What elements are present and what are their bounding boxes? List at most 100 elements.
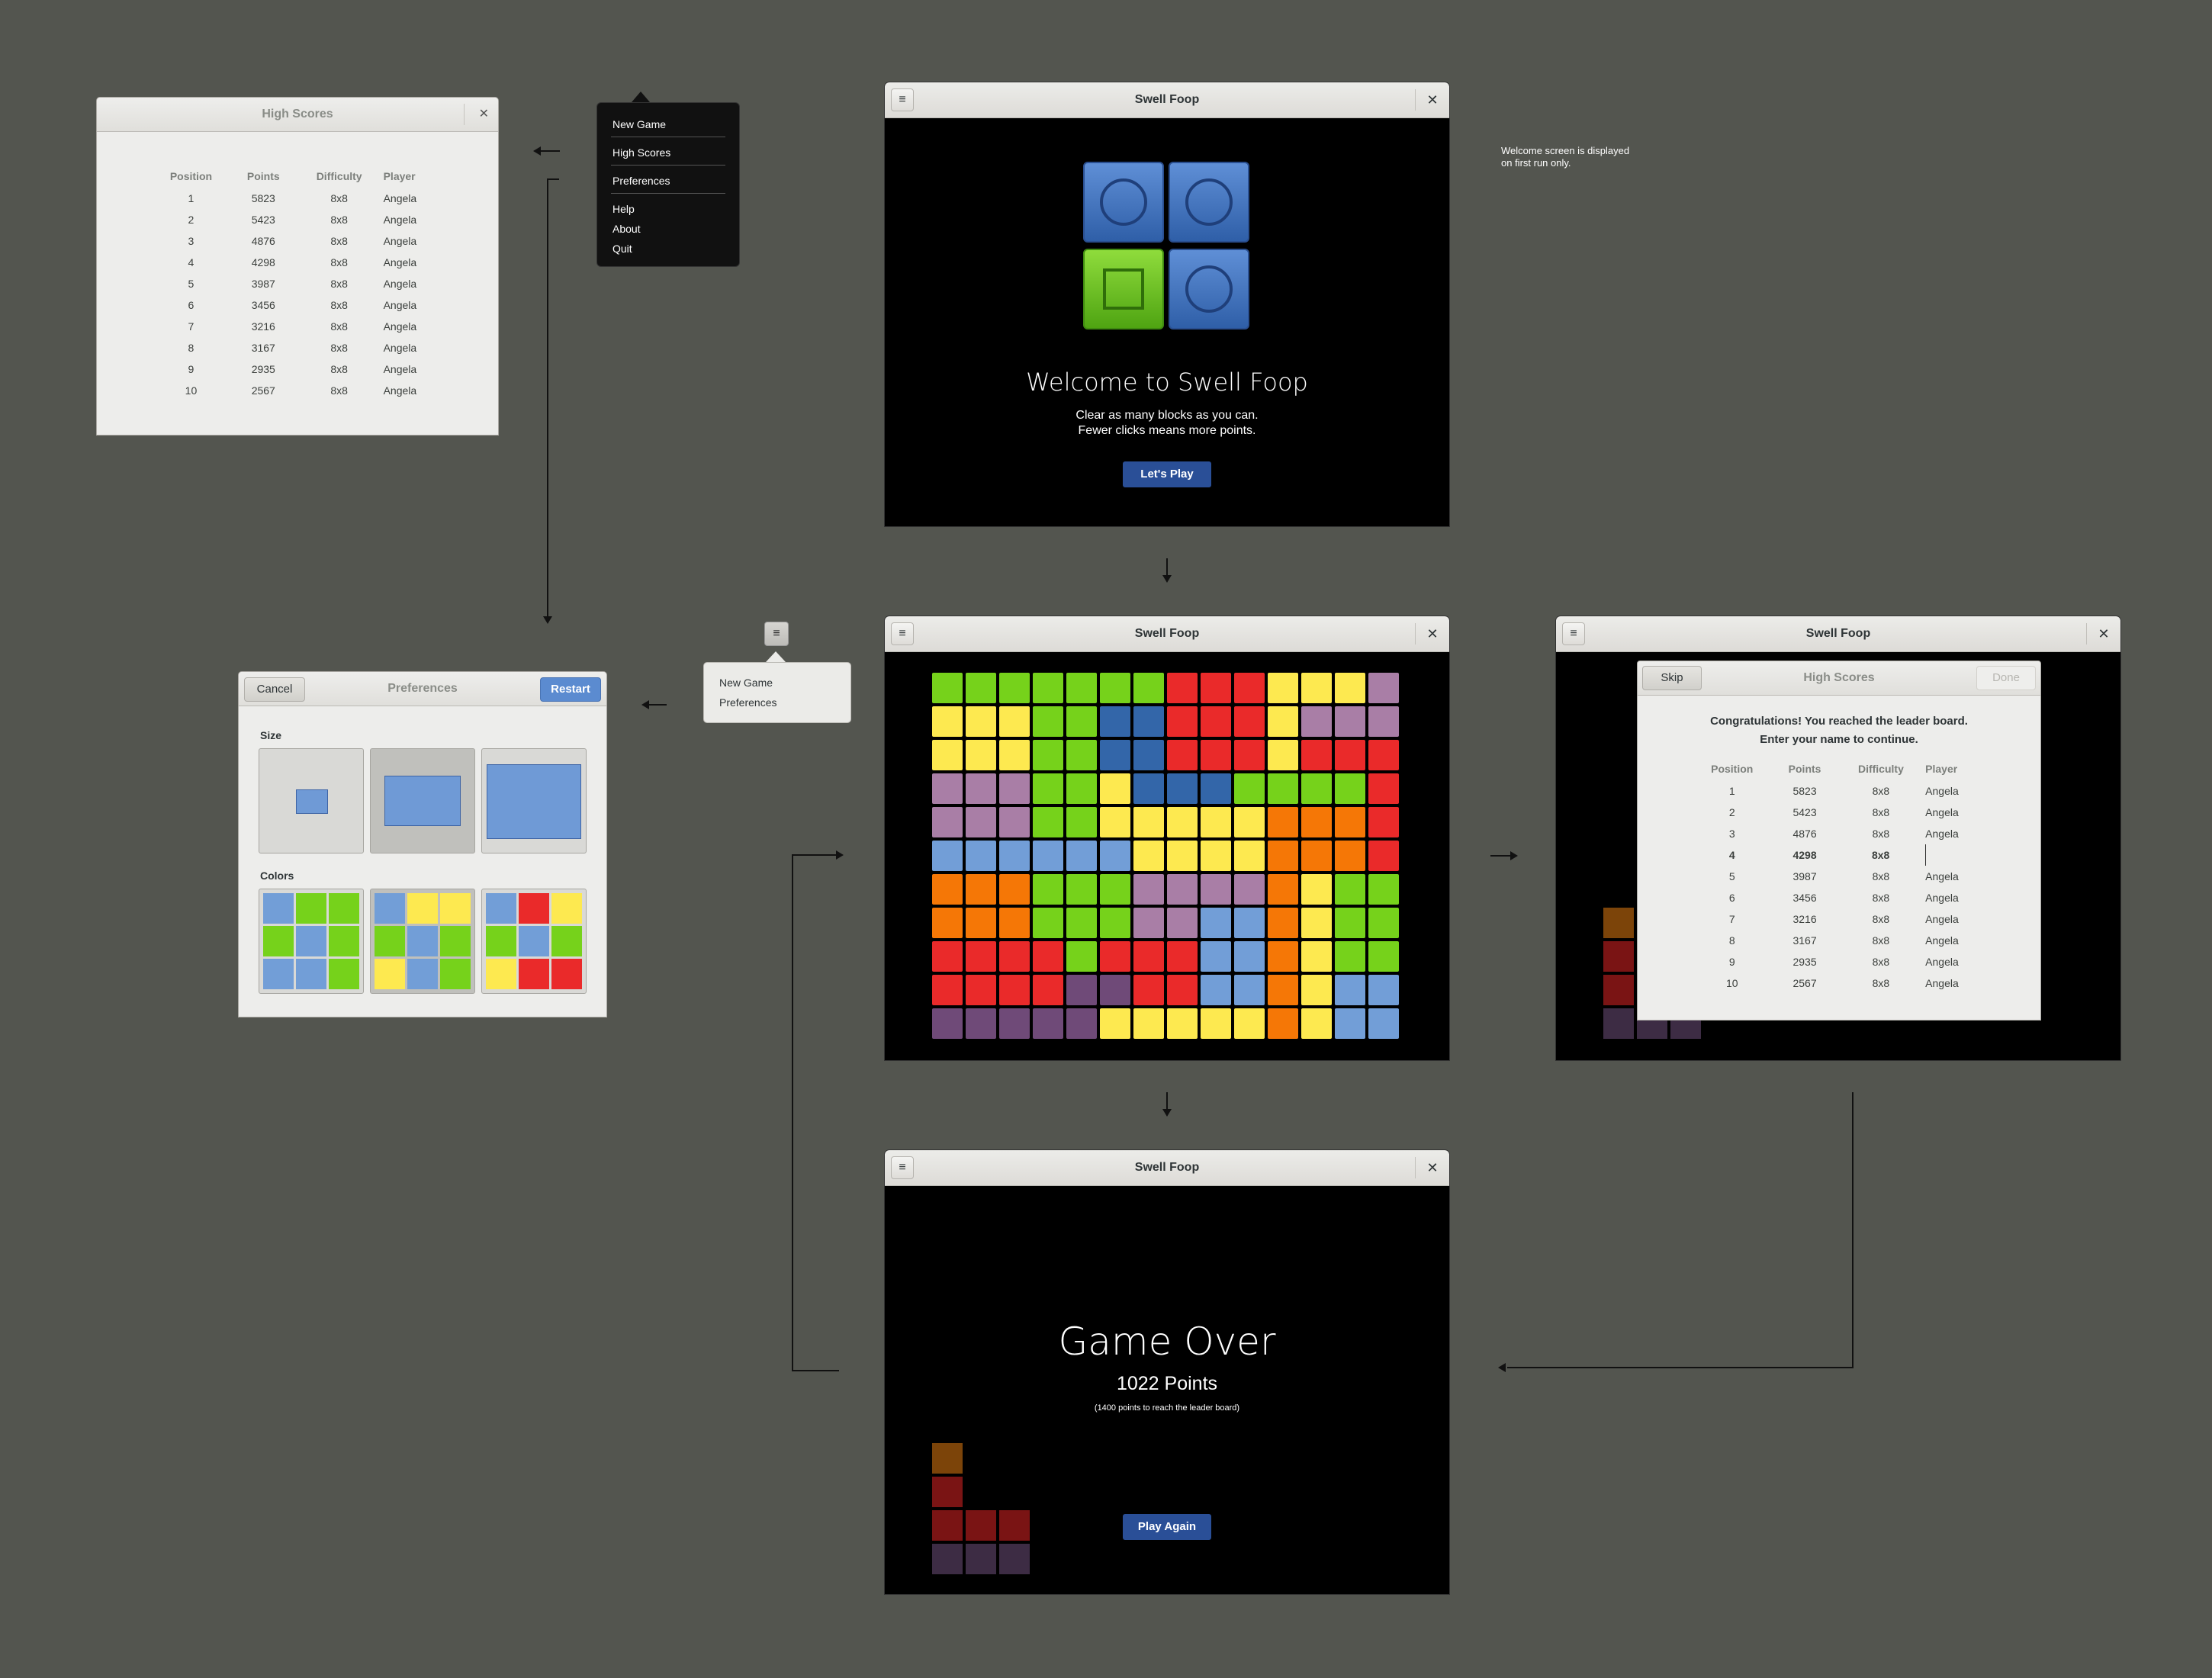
board-tile[interactable] bbox=[1301, 975, 1332, 1005]
board-tile[interactable] bbox=[1268, 740, 1298, 770]
board-tile[interactable] bbox=[999, 941, 1030, 972]
board-tile[interactable] bbox=[1234, 975, 1265, 1005]
board-tile[interactable] bbox=[1133, 908, 1164, 938]
board-tile[interactable] bbox=[1100, 773, 1130, 804]
board-tile[interactable] bbox=[1167, 706, 1198, 737]
board-tile[interactable] bbox=[1100, 1008, 1130, 1039]
board-tile[interactable] bbox=[1234, 908, 1265, 938]
board-tile[interactable] bbox=[1335, 773, 1365, 804]
board-tile[interactable] bbox=[1234, 874, 1265, 905]
board-tile[interactable] bbox=[1335, 975, 1365, 1005]
board-tile[interactable] bbox=[1033, 807, 1063, 837]
board-tile[interactable] bbox=[1201, 841, 1231, 871]
board-tile[interactable] bbox=[966, 706, 996, 737]
board-tile[interactable] bbox=[1033, 975, 1063, 1005]
board-tile[interactable] bbox=[966, 773, 996, 804]
board-tile[interactable] bbox=[1201, 773, 1231, 804]
size-option-small[interactable] bbox=[259, 748, 364, 853]
board-tile[interactable] bbox=[1133, 706, 1164, 737]
menu-item-about[interactable]: About bbox=[612, 223, 641, 235]
color-scheme-option[interactable] bbox=[481, 889, 587, 994]
board-tile[interactable] bbox=[1033, 841, 1063, 871]
play-again-button[interactable]: Play Again bbox=[1123, 1514, 1211, 1540]
board-tile[interactable] bbox=[1100, 673, 1130, 703]
board-tile[interactable] bbox=[1335, 941, 1365, 972]
board-tile[interactable] bbox=[1167, 908, 1198, 938]
board-tile[interactable] bbox=[932, 706, 963, 737]
board-tile[interactable] bbox=[1268, 874, 1298, 905]
board-tile[interactable] bbox=[966, 841, 996, 871]
menu-item-preferences[interactable]: Preferences bbox=[612, 175, 670, 187]
board-tile[interactable] bbox=[1368, 706, 1399, 737]
board-tile[interactable] bbox=[1234, 1008, 1265, 1039]
board-tile[interactable] bbox=[1133, 841, 1164, 871]
board-tile[interactable] bbox=[1268, 841, 1298, 871]
board-tile[interactable] bbox=[1201, 740, 1231, 770]
board-tile[interactable] bbox=[1268, 975, 1298, 1005]
board-tile[interactable] bbox=[1133, 740, 1164, 770]
board-tile[interactable] bbox=[1167, 773, 1198, 804]
close-icon[interactable]: ✕ bbox=[479, 98, 489, 131]
board-tile[interactable] bbox=[1335, 908, 1365, 938]
board-tile[interactable] bbox=[999, 673, 1030, 703]
board-tile[interactable] bbox=[1368, 773, 1399, 804]
menu-item-quit[interactable]: Quit bbox=[612, 243, 632, 255]
board-tile[interactable] bbox=[1368, 807, 1399, 837]
board-tile[interactable] bbox=[1234, 706, 1265, 737]
board-tile[interactable] bbox=[1133, 673, 1164, 703]
board-tile[interactable] bbox=[1066, 908, 1097, 938]
board-tile[interactable] bbox=[932, 975, 963, 1005]
board-tile[interactable] bbox=[1066, 773, 1097, 804]
board-tile[interactable] bbox=[1301, 1008, 1332, 1039]
board-tile[interactable] bbox=[1133, 975, 1164, 1005]
board-tile[interactable] bbox=[1301, 908, 1332, 938]
board-tile[interactable] bbox=[1268, 773, 1298, 804]
board-tile[interactable] bbox=[966, 975, 996, 1005]
board-tile[interactable] bbox=[1066, 807, 1097, 837]
board-tile[interactable] bbox=[1100, 874, 1130, 905]
board-tile[interactable] bbox=[1100, 740, 1130, 770]
board-tile[interactable] bbox=[1268, 673, 1298, 703]
menu-item-help[interactable]: Help bbox=[612, 203, 635, 215]
restart-button[interactable]: Restart bbox=[540, 677, 601, 702]
board-tile[interactable] bbox=[1066, 1008, 1097, 1039]
board-tile[interactable] bbox=[1234, 807, 1265, 837]
board-tile[interactable] bbox=[1201, 975, 1231, 1005]
board-tile[interactable] bbox=[1167, 807, 1198, 837]
board-tile[interactable] bbox=[1133, 874, 1164, 905]
board-tile[interactable] bbox=[1368, 1008, 1399, 1039]
board-tile[interactable] bbox=[1167, 941, 1198, 972]
board-tile[interactable] bbox=[932, 874, 963, 905]
board-tile[interactable] bbox=[1268, 1008, 1298, 1039]
board-tile[interactable] bbox=[1335, 1008, 1365, 1039]
board-tile[interactable] bbox=[1201, 706, 1231, 737]
board-tile[interactable] bbox=[1066, 740, 1097, 770]
board-tile[interactable] bbox=[1335, 874, 1365, 905]
board-tile[interactable] bbox=[966, 1008, 996, 1039]
board-tile[interactable] bbox=[932, 941, 963, 972]
board-tile[interactable] bbox=[1201, 941, 1231, 972]
done-button[interactable]: Done bbox=[1976, 666, 2036, 690]
board-tile[interactable] bbox=[966, 908, 996, 938]
board-tile[interactable] bbox=[1167, 841, 1198, 871]
board-tile[interactable] bbox=[1301, 874, 1332, 905]
menu-item-new-game[interactable]: New Game bbox=[612, 118, 666, 130]
board-tile[interactable] bbox=[1201, 874, 1231, 905]
board-tile[interactable] bbox=[966, 807, 996, 837]
board-tile[interactable] bbox=[1066, 673, 1097, 703]
board-tile[interactable] bbox=[1033, 908, 1063, 938]
board-tile[interactable] bbox=[1301, 706, 1332, 737]
board-tile[interactable] bbox=[1033, 1008, 1063, 1039]
board-tile[interactable] bbox=[966, 673, 996, 703]
board-tile[interactable] bbox=[1268, 807, 1298, 837]
board-tile[interactable] bbox=[1100, 975, 1130, 1005]
board-tile[interactable] bbox=[1033, 673, 1063, 703]
board-tile[interactable] bbox=[999, 807, 1030, 837]
board-tile[interactable] bbox=[1268, 706, 1298, 737]
board-tile[interactable] bbox=[1335, 706, 1365, 737]
board-tile[interactable] bbox=[1201, 807, 1231, 837]
board-tile[interactable] bbox=[999, 773, 1030, 804]
board-tile[interactable] bbox=[1301, 740, 1332, 770]
board-tile[interactable] bbox=[966, 874, 996, 905]
board-tile[interactable] bbox=[1133, 773, 1164, 804]
